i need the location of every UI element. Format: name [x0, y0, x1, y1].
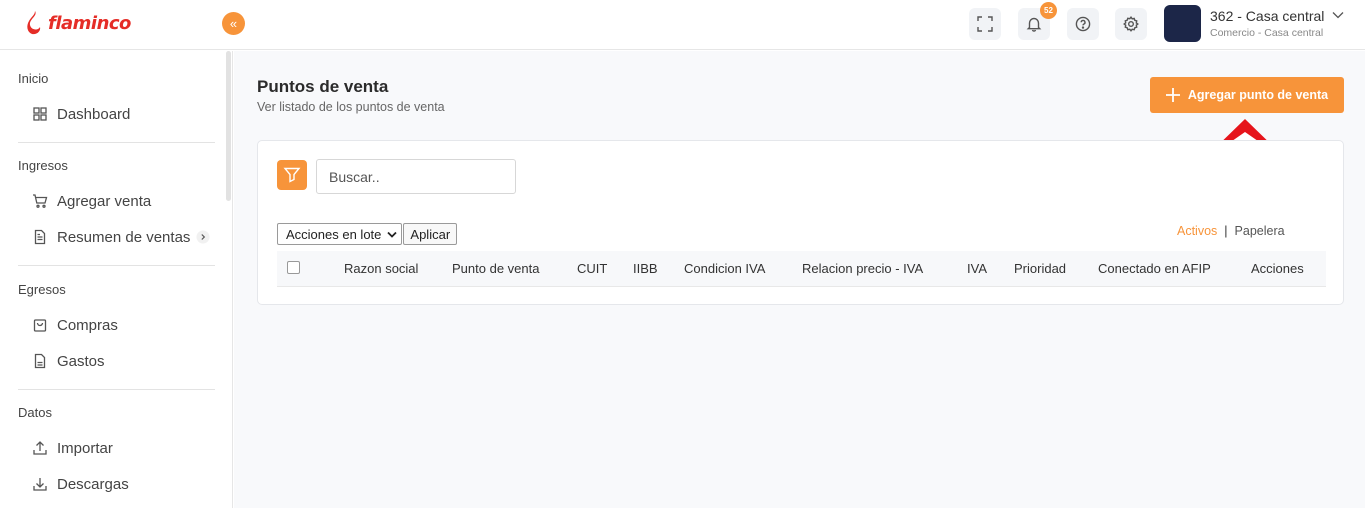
search-input[interactable] — [316, 159, 516, 194]
sidebar-item-label: Dashboard — [57, 105, 131, 123]
bulk-select-value: Acciones en lote — [286, 226, 382, 242]
document-icon — [34, 229, 46, 245]
download-icon — [33, 478, 47, 491]
view-separator: | — [1224, 224, 1228, 238]
sidebar-scrollbar[interactable] — [226, 51, 231, 201]
divider — [18, 142, 215, 143]
column-header[interactable]: Relacion precio - IVA — [802, 261, 923, 276]
grid-icon — [33, 107, 47, 121]
help-button[interactable] — [1067, 8, 1099, 40]
add-button-label: Agregar punto de venta — [1187, 88, 1329, 102]
sidebar-item-label: Gastos — [57, 352, 105, 370]
sidebar-item-label: Compras — [57, 316, 118, 334]
column-header[interactable]: Razon social — [344, 261, 418, 276]
chevron-down-icon[interactable] — [1332, 11, 1344, 19]
account-subtitle: Comercio - Casa central — [1210, 27, 1324, 39]
add-point-of-sale-button[interactable]: Agregar punto de venta — [1150, 77, 1344, 113]
divider — [18, 389, 215, 390]
fullscreen-icon — [977, 16, 993, 32]
table-header: Razon social Punto de venta CUIT IIBB Co… — [277, 251, 1326, 287]
column-header[interactable]: Prioridad — [1014, 261, 1066, 276]
column-header[interactable]: IIBB — [633, 261, 658, 276]
view-filter: Activos | Papelera — [1177, 224, 1285, 238]
brand-logo[interactable]: flaminco — [26, 10, 131, 36]
select-all-checkbox[interactable] — [287, 261, 300, 274]
apply-button[interactable]: Aplicar — [403, 223, 458, 245]
column-header[interactable]: CUIT — [577, 261, 607, 276]
active-view-link[interactable]: Activos — [1177, 224, 1217, 238]
column-header[interactable]: Acciones — [1251, 261, 1304, 276]
cart-icon — [33, 194, 48, 208]
column-header[interactable]: Conectado en AFIP — [1098, 261, 1211, 276]
page-title: Puntos de venta — [257, 77, 389, 96]
sidebar-item-label: Importar — [57, 439, 113, 457]
sidebar-item-importar[interactable]: Importar — [32, 437, 113, 459]
chevron-right-icon — [196, 230, 210, 244]
account-name[interactable]: 362 - Casa central — [1210, 8, 1324, 24]
sidebar-item-resumen-de-ventas[interactable]: Resumen de ventas — [32, 226, 219, 248]
filter-icon — [283, 167, 301, 183]
upload-icon — [33, 441, 47, 455]
flame-icon — [27, 11, 41, 35]
divider — [18, 265, 215, 266]
bulk-actions-select[interactable]: Acciones en lote — [277, 223, 403, 245]
account-avatar[interactable] — [1164, 5, 1201, 42]
sidebar-item-label: Agregar venta — [57, 192, 152, 210]
section-title-ingresos: Ingresos — [18, 158, 68, 173]
plus-icon — [1165, 88, 1180, 102]
top-bar: flaminco 52 362 - Casa central Comercio … — [0, 0, 1365, 50]
notifications-button[interactable]: 52 — [1018, 2, 1057, 40]
section-title-inicio: Inicio — [18, 71, 49, 86]
sidebar-item-label: Descargas — [57, 475, 129, 493]
gear-icon — [1123, 16, 1139, 32]
page-subtitle: Ver listado de los puntos de venta — [257, 100, 445, 114]
column-header[interactable]: IVA — [967, 261, 987, 276]
notification-badge: 52 — [1040, 2, 1057, 19]
filter-button[interactable] — [277, 160, 307, 190]
bell-icon — [1026, 17, 1042, 32]
sidebar-item-compras[interactable]: Compras — [32, 314, 118, 336]
settings-button[interactable] — [1115, 8, 1147, 40]
sidebar-item-agregar-venta[interactable]: Agregar venta — [32, 190, 151, 212]
help-icon — [1075, 16, 1091, 32]
trash-view-link[interactable]: Papelera — [1235, 224, 1285, 238]
brand-name: flaminco — [48, 12, 131, 34]
fullscreen-button[interactable] — [969, 8, 1001, 40]
table-card: Acciones en lote Aplicar Activos | Papeler… — [257, 140, 1344, 305]
sidebar: Inicio Dashboard Ingresos Agregar venta … — [0, 51, 233, 508]
column-header[interactable]: Punto de venta — [452, 261, 539, 276]
sidebar-item-descargas[interactable]: Descargas — [32, 473, 129, 495]
sidebar-item-gastos[interactable]: Gastos — [32, 350, 105, 372]
section-title-datos: Datos — [18, 405, 52, 420]
column-header[interactable]: Condicion IVA — [684, 261, 765, 276]
bulk-actions: Acciones en lote Aplicar — [277, 223, 458, 245]
sidebar-item-dashboard[interactable]: Dashboard — [32, 103, 130, 125]
collapse-sidebar-button[interactable]: « — [222, 12, 245, 35]
main-content: Puntos de venta Ver listado de los punto… — [234, 51, 1365, 508]
sidebar-item-label: Resumen de ventas — [57, 228, 191, 246]
bag-icon — [33, 319, 47, 332]
file-icon — [34, 353, 46, 369]
section-title-egresos: Egresos — [18, 282, 66, 297]
chevron-down-icon — [387, 231, 398, 238]
